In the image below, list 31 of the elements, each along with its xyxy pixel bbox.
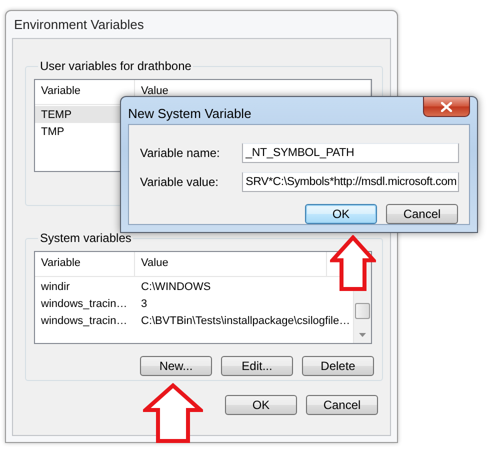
close-button[interactable] bbox=[423, 97, 470, 117]
ok-button[interactable]: OK bbox=[305, 204, 377, 224]
group-label: System variables bbox=[39, 231, 132, 245]
cancel-button[interactable]: Cancel bbox=[306, 395, 378, 415]
ok-button[interactable]: OK bbox=[225, 395, 297, 415]
delete-button[interactable]: Delete bbox=[302, 356, 374, 376]
variable-cell-text: TMP bbox=[40, 126, 66, 138]
new-button[interactable]: New... bbox=[140, 356, 212, 376]
list-row[interactable]: windows_tracin… 3 bbox=[35, 295, 154, 312]
name-field[interactable]: _NT_SYMBOL_PATH bbox=[242, 143, 459, 163]
close-icon bbox=[441, 102, 452, 112]
value-cell-text: 3 bbox=[140, 298, 148, 310]
scroll-down-icon[interactable] bbox=[359, 333, 366, 337]
scroll-thumb[interactable] bbox=[355, 303, 370, 319]
cancel-button[interactable]: Cancel bbox=[386, 204, 458, 224]
edit-button[interactable]: Edit... bbox=[221, 356, 293, 376]
list-row[interactable]: windows_tracin… C:\BVTBin\Tests\installpackage\csilogfile… bbox=[35, 312, 356, 329]
value-cell-text: C:\BVTBin\Tests\installpackage\csilogfile… bbox=[140, 314, 352, 326]
dialog-title: New System Variable bbox=[128, 106, 252, 121]
field-label: Variable value: bbox=[140, 175, 220, 189]
field-label: Variable name: bbox=[140, 146, 221, 160]
window-title: Environment Variables bbox=[14, 17, 144, 32]
variable-cell-text: windows_tracin… bbox=[40, 298, 128, 310]
list-row[interactable]: windir C:\WINDOWS bbox=[35, 278, 217, 295]
value-cell-text: C:\WINDOWS bbox=[140, 280, 212, 292]
group-label: User variables for drathbone bbox=[39, 59, 192, 73]
column-header[interactable]: Variable bbox=[35, 252, 135, 276]
column-header[interactable]: Value bbox=[135, 252, 327, 276]
variable-cell-text: windir bbox=[40, 280, 71, 292]
value-field[interactable]: SRV*C:\Symbols*http://msdl.microsoft.com bbox=[242, 172, 459, 192]
variable-cell-text: windows_tracin… bbox=[40, 314, 128, 326]
